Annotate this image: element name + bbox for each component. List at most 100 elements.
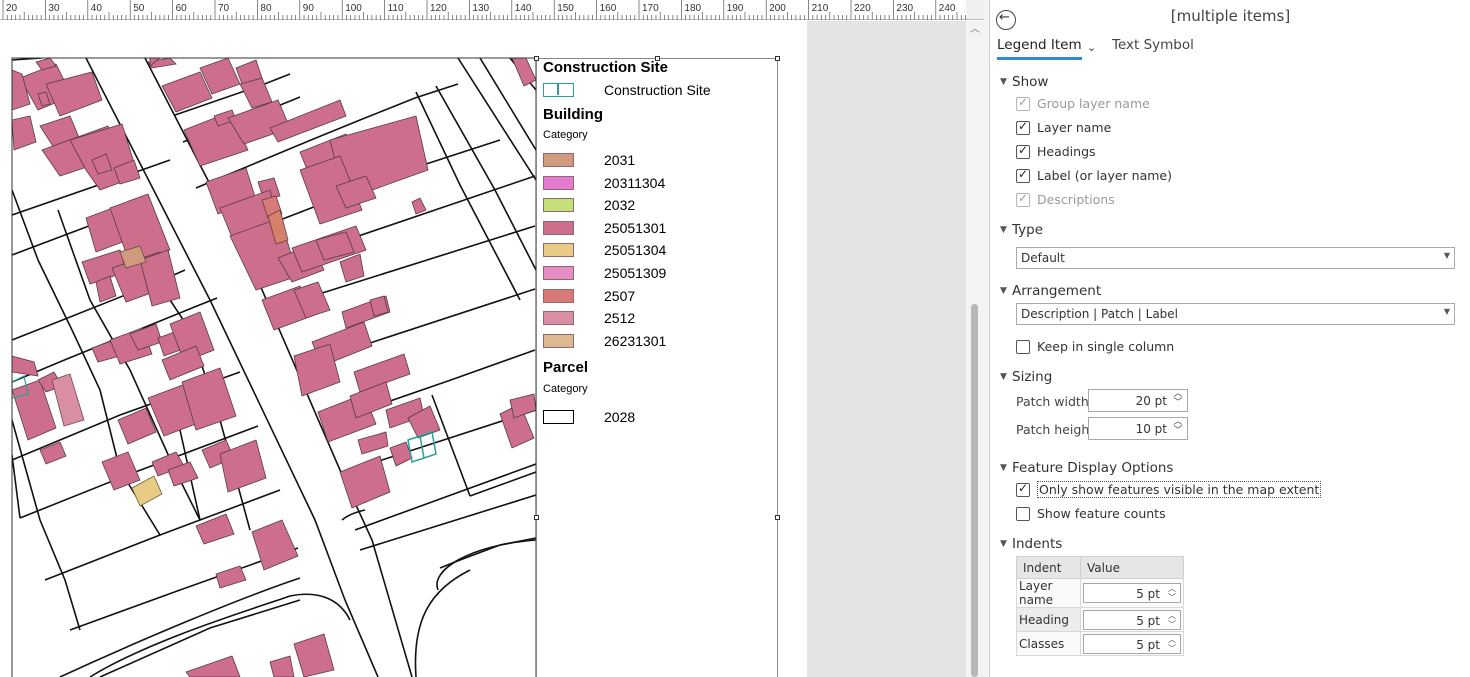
resize-handle[interactable]	[534, 56, 539, 61]
section-feature-display[interactable]: ▼ Feature Display Options	[1000, 460, 1173, 476]
legend-item: 2028	[543, 409, 773, 425]
ruler-label: 20	[6, 3, 18, 14]
resize-handle[interactable]	[534, 515, 539, 520]
legend-label: 2031	[604, 152, 636, 168]
patch-height-input[interactable]: 10 pt ︿ ﹀	[1088, 417, 1188, 440]
only-visible-checkbox[interactable]: Only show features visible in the map ex…	[1016, 481, 1322, 498]
section-show[interactable]: ▼ Show	[1000, 74, 1048, 90]
indent-value-input[interactable]: 5 pt ︿ ﹀	[1083, 609, 1181, 630]
chevron-down-icon[interactable]: ▼	[1000, 372, 1012, 382]
indent-value-input[interactable]: 5 pt ︿ ﹀	[1083, 633, 1181, 654]
section-heading: Type	[1012, 222, 1044, 238]
legend-item: 25051309	[543, 265, 773, 281]
legend-label: 25051301	[604, 219, 667, 236]
section-indents[interactable]: ▼ Indents	[1000, 536, 1062, 552]
resize-handle[interactable]	[775, 56, 780, 61]
legend-patch	[543, 83, 574, 97]
indent-value-input[interactable]: 5 pt ︿ ﹀	[1083, 583, 1181, 603]
layout-canvas[interactable]: Construction Site Construction Site Buil…	[0, 21, 966, 677]
spin-arrows-icon[interactable]: ︿ ﹀	[1166, 611, 1178, 629]
legend-item: 2507	[543, 288, 773, 304]
ruler-label: 230	[896, 3, 913, 14]
ruler-label: 50	[133, 3, 145, 14]
section-heading: Show	[1012, 74, 1049, 90]
legend-layer-title: Construction Site	[543, 59, 669, 76]
single-column-checkbox[interactable]: Keep in single column	[1016, 339, 1174, 354]
legend-item: Construction Site	[543, 82, 773, 98]
indent-name: Layer name	[1016, 578, 1081, 608]
spin-arrows-icon[interactable]: ︿ ﹀	[1172, 418, 1184, 436]
chevron-down-icon[interactable]: ▼	[1000, 77, 1012, 87]
scroll-up-icon[interactable]: ︿	[966, 23, 984, 37]
checkbox-icon[interactable]	[1016, 167, 1030, 183]
checkbox-icon[interactable]	[1016, 95, 1030, 111]
indent-name: Heading	[1016, 607, 1081, 632]
checkbox-icon[interactable]	[1016, 191, 1030, 207]
arrangement-dropdown[interactable]: Description | Patch | Label ▼	[1016, 303, 1455, 325]
spin-arrows-icon[interactable]: ︿ ﹀	[1172, 390, 1184, 408]
legend-frame[interactable]: Construction Site Construction Site Buil…	[534, 56, 780, 677]
layout-view[interactable]: 20 30 40 50 60 70 80 90 100 110 120 130 140 150 160 170…	[0, 0, 984, 677]
group-layer-name-checkbox[interactable]: Group layer name	[1016, 95, 1150, 111]
checkbox-icon[interactable]	[1016, 143, 1030, 159]
ruler-label: 180	[684, 3, 701, 14]
vertical-scrollbar[interactable]: ︿	[966, 21, 984, 677]
patch-width-label: Patch width	[1016, 394, 1089, 409]
chevron-down-icon[interactable]: ⌄	[1087, 41, 1096, 54]
dropdown-arrow-icon[interactable]: ▼	[1444, 307, 1450, 316]
ruler-label: 70	[218, 3, 230, 14]
layer-name-checkbox[interactable]: Layer name	[1016, 119, 1111, 135]
legend-label: Construction Site	[604, 82, 711, 98]
legend-layer-title: Building	[543, 106, 603, 123]
pane-splitter[interactable]	[984, 0, 990, 677]
section-sizing[interactable]: ▼ Sizing	[1000, 369, 1052, 385]
checkbox-icon[interactable]	[1016, 481, 1030, 497]
legend-patch	[543, 175, 574, 190]
legend-item: 25051304	[543, 242, 773, 258]
column-header-value: Value	[1080, 556, 1184, 579]
dropdown-value: Description | Patch | Label	[1021, 307, 1179, 321]
ruler-label: 190	[727, 3, 744, 14]
descriptions-checkbox[interactable]: Descriptions	[1016, 191, 1115, 207]
ruler-label: 80	[260, 3, 272, 14]
legend-label: 2028	[604, 409, 636, 425]
horizontal-ruler: 20 30 40 50 60 70 80 90 100 110 120 130 140 150 160 170…	[0, 0, 966, 20]
legend-label: 25051309	[604, 265, 667, 281]
spin-value: 5 pt	[1136, 637, 1160, 652]
indent-value-cell[interactable]: 5 pt ︿ ﹀	[1080, 578, 1184, 608]
legend-patch	[543, 220, 574, 235]
tab-text-symbol[interactable]: Text Symbol	[1112, 37, 1194, 53]
layout-page[interactable]: Construction Site Construction Site Buil…	[0, 21, 807, 677]
checkbox-icon[interactable]	[1016, 340, 1030, 354]
headings-checkbox[interactable]: Headings	[1016, 143, 1096, 159]
chevron-down-icon[interactable]: ▼	[1000, 286, 1012, 296]
chevron-down-icon[interactable]: ▼	[1000, 463, 1012, 473]
chevron-down-icon[interactable]: ▼	[1000, 539, 1012, 549]
checkbox-icon[interactable]	[1016, 507, 1030, 521]
dropdown-arrow-icon[interactable]: ▼	[1444, 251, 1450, 260]
pane-title: [multiple items]	[1170, 7, 1291, 25]
section-type[interactable]: ▼ Type	[1000, 222, 1043, 238]
checkbox-icon[interactable]	[1016, 119, 1030, 135]
section-heading: Indents	[1012, 536, 1063, 552]
resize-handle[interactable]	[775, 515, 780, 520]
show-counts-checkbox[interactable]: Show feature counts	[1016, 506, 1166, 521]
ruler-label: 30	[48, 3, 60, 14]
section-arrangement[interactable]: ▼ Arrangement	[1000, 283, 1101, 299]
label-checkbox[interactable]: Label (or layer name)	[1016, 167, 1172, 183]
spin-arrows-icon[interactable]: ︿ ﹀	[1166, 584, 1178, 602]
patch-width-input[interactable]: 20 pt ︿ ﹀	[1088, 389, 1188, 412]
checkbox-label: Group layer name	[1037, 96, 1150, 111]
scroll-thumb[interactable]	[971, 304, 978, 677]
checkbox-label: Show feature counts	[1037, 506, 1166, 521]
ruler-label: 210	[812, 3, 829, 14]
indent-value-cell[interactable]: 5 pt ︿ ﹀	[1080, 607, 1184, 632]
spin-arrows-icon[interactable]: ︿ ﹀	[1166, 635, 1178, 653]
indent-value-cell[interactable]: 5 pt ︿ ﹀	[1080, 631, 1184, 656]
tab-legend-item[interactable]: Legend Item	[997, 37, 1082, 60]
ruler-label: 170	[642, 3, 659, 14]
legend-patch	[543, 410, 574, 424]
app-window: 20 30 40 50 60 70 80 90 100 110 120 130 140 150 160 170…	[0, 0, 1470, 677]
type-dropdown[interactable]: Default ▼	[1016, 247, 1455, 269]
chevron-down-icon[interactable]: ▼	[1000, 225, 1012, 235]
